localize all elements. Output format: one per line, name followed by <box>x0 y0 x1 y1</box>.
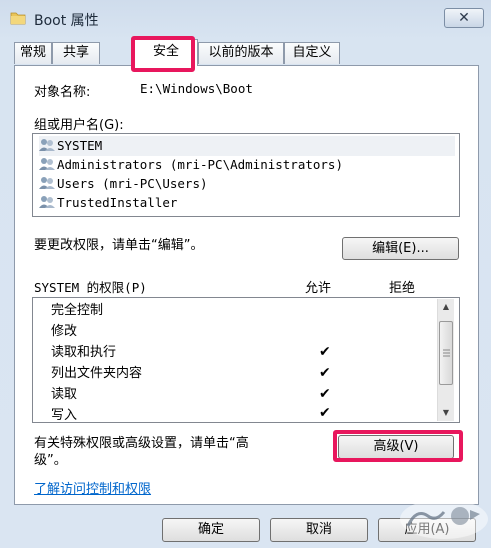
close-button[interactable]: ✕ <box>444 8 484 28</box>
scroll-down-arrow-icon[interactable]: ▼ <box>438 405 454 421</box>
cancel-button[interactable]: 取消 <box>270 518 368 542</box>
tab-general[interactable]: 常规 <box>14 42 52 64</box>
advanced-button-highlight <box>333 430 463 462</box>
permissions-scrollbar[interactable]: ▲ ▼ <box>437 299 454 421</box>
title-bar[interactable]: Boot 属性 ✕ <box>0 0 491 40</box>
allow-check-icon: ✔ <box>319 365 331 381</box>
object-name-label: 对象名称: <box>34 85 91 100</box>
allow-check-icon: ✔ <box>319 344 331 360</box>
user-group-icon <box>39 158 55 170</box>
permissions-list[interactable]: 完全控制 修改 读取和执行 列出文件夹内容 读取 写入 ✔ ✔ ✔ ✔ ▲ ▼ <box>32 297 460 423</box>
scrollbar-thumb[interactable] <box>439 321 453 385</box>
user-group-icon <box>39 196 55 208</box>
user-item-system[interactable]: SYSTEM <box>39 136 455 156</box>
perm-row-write: 写入 <box>51 408 78 422</box>
allow-check-icon: ✔ <box>319 405 331 421</box>
user-item-administrators[interactable]: Administrators (mri-PC\Administrators) <box>39 155 343 175</box>
tab-sharing[interactable]: 共享 <box>52 42 100 64</box>
scroll-up-arrow-icon[interactable]: ▲ <box>438 299 454 315</box>
allow-column-header: 允许 <box>305 281 332 296</box>
user-item-users[interactable]: Users (mri-PC\Users) <box>39 174 208 194</box>
object-name-value: E:\Windows\Boot <box>140 81 253 96</box>
users-list[interactable]: SYSTEM Administrators (mri-PC\Administra… <box>32 133 460 217</box>
perm-row-read-execute: 读取和执行 <box>51 345 117 360</box>
perm-row-modify: 修改 <box>51 324 78 339</box>
security-tab-highlight <box>131 36 195 72</box>
edit-hint-text: 要更改权限，请单击“编辑”。 <box>34 238 204 253</box>
watermark-logo-icon <box>400 499 488 539</box>
properties-window: Boot 属性 ✕ 常规 共享 安全 以前的版本 自定义 对象名称: E:\Wi… <box>0 0 491 548</box>
user-group-icon <box>39 177 55 189</box>
close-icon: ✕ <box>458 10 470 26</box>
ok-button[interactable]: 确定 <box>162 518 260 542</box>
allow-check-icon: ✔ <box>319 386 331 402</box>
window-title: Boot 属性 <box>34 13 99 29</box>
perm-row-read: 读取 <box>51 387 78 402</box>
group-or-user-label: 组或用户名(G): <box>34 118 124 133</box>
deny-column-header: 拒绝 <box>389 281 416 296</box>
edit-button[interactable]: 编辑(E)... <box>342 237 459 260</box>
user-item-trustedinstaller[interactable]: TrustedInstaller <box>39 193 177 213</box>
perm-row-full-control: 完全控制 <box>51 303 104 318</box>
user-group-icon <box>39 139 55 151</box>
perm-row-list-folder: 列出文件夹内容 <box>51 366 143 381</box>
advanced-hint-line2: 级”。 <box>34 453 67 468</box>
permissions-header: SYSTEM 的权限(P) <box>34 280 147 295</box>
tab-previous-versions[interactable]: 以前的版本 <box>198 42 284 64</box>
folder-icon <box>10 12 26 25</box>
tab-customize[interactable]: 自定义 <box>284 42 340 64</box>
grip-icon <box>443 349 450 357</box>
learn-access-control-link[interactable]: 了解访问控制和权限 <box>34 478 151 497</box>
